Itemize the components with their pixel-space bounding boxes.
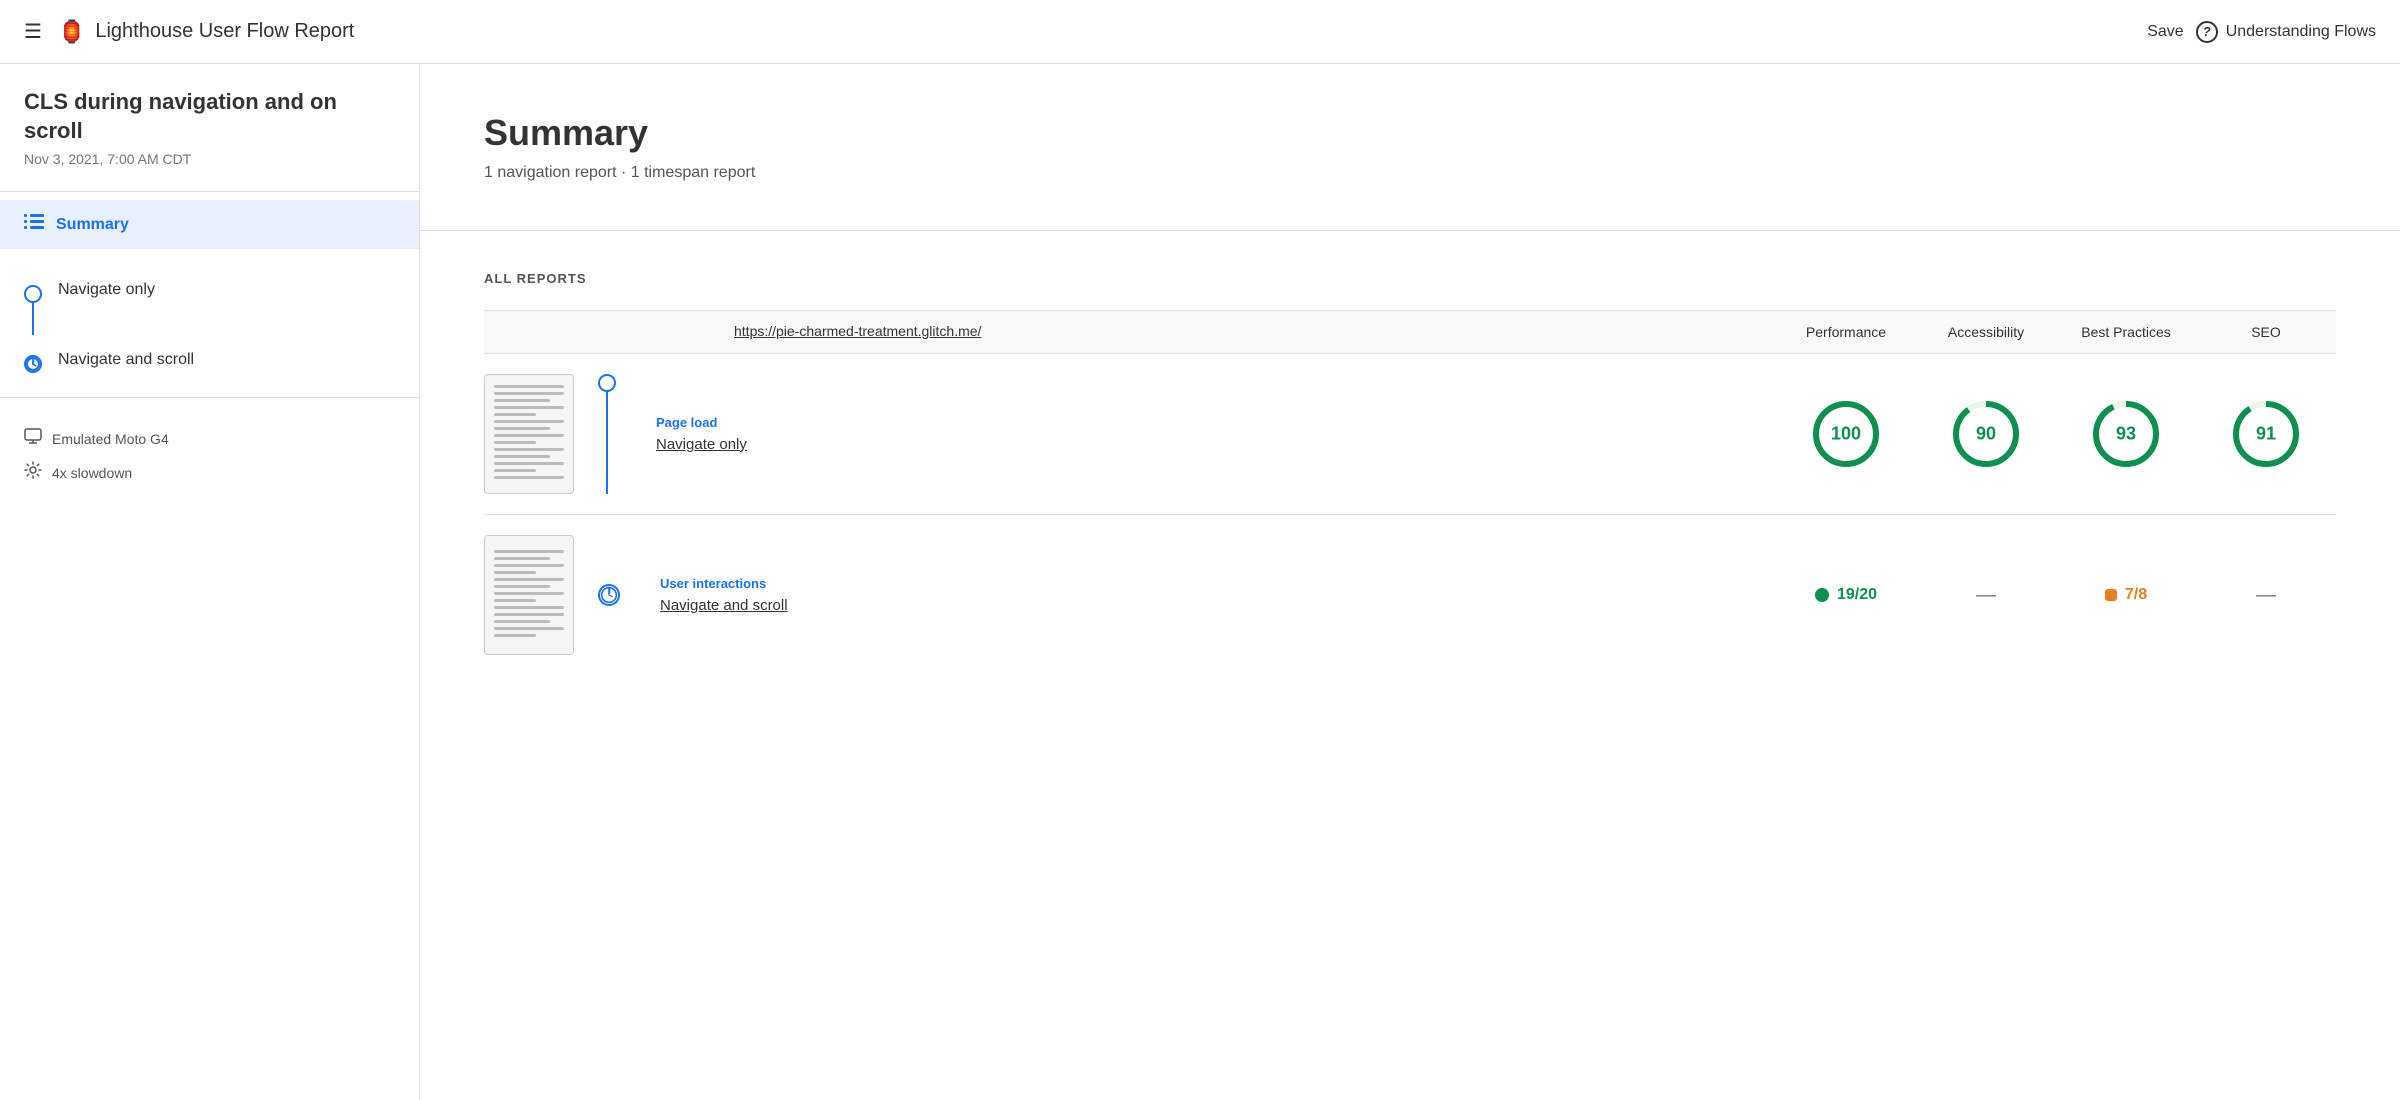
sidebar-device: Emulated Moto G4 4x slowdown	[0, 397, 419, 490]
all-reports-label: ALL REPORTS	[484, 271, 2336, 286]
orange-square-icon	[2105, 589, 2117, 601]
navigate-only-label: Navigate only	[58, 281, 155, 299]
sidebar-summary-label: Summary	[56, 216, 129, 234]
page-thumbnail-1	[484, 374, 574, 494]
summary-section: Summary 1 navigation report · 1 timespan…	[420, 64, 2400, 231]
report-name-link-1[interactable]: Navigate only	[656, 436, 747, 453]
report-type-2: User interactions	[660, 576, 1776, 591]
sidebar: CLS during navigation and on scroll Nov …	[0, 64, 420, 1100]
report-title: CLS during navigation and on scroll	[0, 88, 419, 151]
device-emulated: Emulated Moto G4	[24, 422, 395, 455]
report-date: Nov 3, 2021, 7:00 AM CDT	[0, 151, 419, 191]
col-seo-header: SEO	[2196, 324, 2336, 340]
col-best-practices-header: Best Practices	[2056, 324, 2196, 340]
score-best-practices-2: 7/8	[2056, 586, 2196, 604]
main-layout: CLS during navigation and on scroll Nov …	[0, 64, 2400, 1100]
understanding-flows-label[interactable]: Understanding Flows	[2226, 23, 2376, 41]
gear-icon	[24, 461, 42, 484]
nav-dot-circle-1	[24, 285, 42, 303]
report-info-1: Page load Navigate only	[640, 415, 1776, 454]
score-accessibility-2: —	[1916, 584, 2056, 607]
sidebar-item-summary[interactable]: Summary	[0, 200, 419, 249]
score-seo-1: 91	[2196, 398, 2336, 470]
sidebar-nav: Navigate only Navigate and scroll	[0, 257, 419, 397]
row-nav-dot-circle	[598, 374, 616, 392]
slowdown-label: 4x slowdown	[52, 465, 132, 481]
device-slowdown: 4x slowdown	[24, 455, 395, 490]
score-performance-1: 100	[1776, 398, 1916, 470]
sidebar-item-navigate-scroll[interactable]: Navigate and scroll	[58, 351, 194, 369]
report-type-1: Page load	[656, 415, 1776, 430]
header-title: Lighthouse User Flow Report	[95, 20, 2135, 43]
report-info-2: User interactions Navigate and scroll	[644, 576, 1776, 615]
col-accessibility-header: Accessibility	[1916, 324, 2056, 340]
score-performance-2: 19/20	[1776, 586, 1916, 604]
timespan-score-bp: 7/8	[2105, 586, 2147, 604]
col-performance-header: Performance	[1776, 324, 1916, 340]
table-row: Page load Navigate only 100	[484, 354, 2336, 515]
row-nav-dot-clock	[598, 584, 620, 606]
emulated-device-label: Emulated Moto G4	[52, 431, 169, 447]
menu-icon[interactable]: ☰	[24, 19, 42, 44]
nav-connector-line	[32, 303, 34, 335]
nav-dot-clock-2	[24, 355, 42, 373]
summary-title: Summary	[484, 112, 2336, 154]
report-url-link[interactable]: https://pie-charmed-treatment.glitch.me/	[734, 323, 981, 339]
monitor-icon	[24, 428, 42, 449]
sidebar-item-navigate-only[interactable]: Navigate only	[58, 281, 155, 299]
navigate-scroll-label: Navigate and scroll	[58, 351, 194, 369]
reports-section: ALL REPORTS https://pie-charmed-treatmen…	[420, 231, 2400, 715]
page-thumbnail-2	[484, 535, 574, 655]
score-best-practices-1: 93	[2056, 398, 2196, 470]
content: Summary 1 navigation report · 1 timespan…	[420, 64, 2400, 1100]
list-icon	[24, 214, 44, 235]
lighthouse-logo-icon: 🏮	[58, 19, 85, 45]
green-dot-icon	[1815, 588, 1829, 602]
understanding-flows-link[interactable]: ? Understanding Flows	[2196, 21, 2376, 43]
sidebar-divider	[0, 191, 419, 192]
table-row: User interactions Navigate and scroll 19…	[484, 515, 2336, 675]
save-button[interactable]: Save	[2135, 17, 2195, 47]
summary-subtitle: 1 navigation report · 1 timespan report	[484, 164, 2336, 182]
timespan-score-perf: 19/20	[1815, 586, 1877, 604]
score-seo-2: —	[2196, 584, 2336, 607]
header: ☰ 🏮 Lighthouse User Flow Report Save ? U…	[0, 0, 2400, 64]
score-accessibility-1: 90	[1916, 398, 2056, 470]
help-icon: ?	[2196, 21, 2218, 43]
report-name-link-2[interactable]: Navigate and scroll	[660, 597, 788, 614]
